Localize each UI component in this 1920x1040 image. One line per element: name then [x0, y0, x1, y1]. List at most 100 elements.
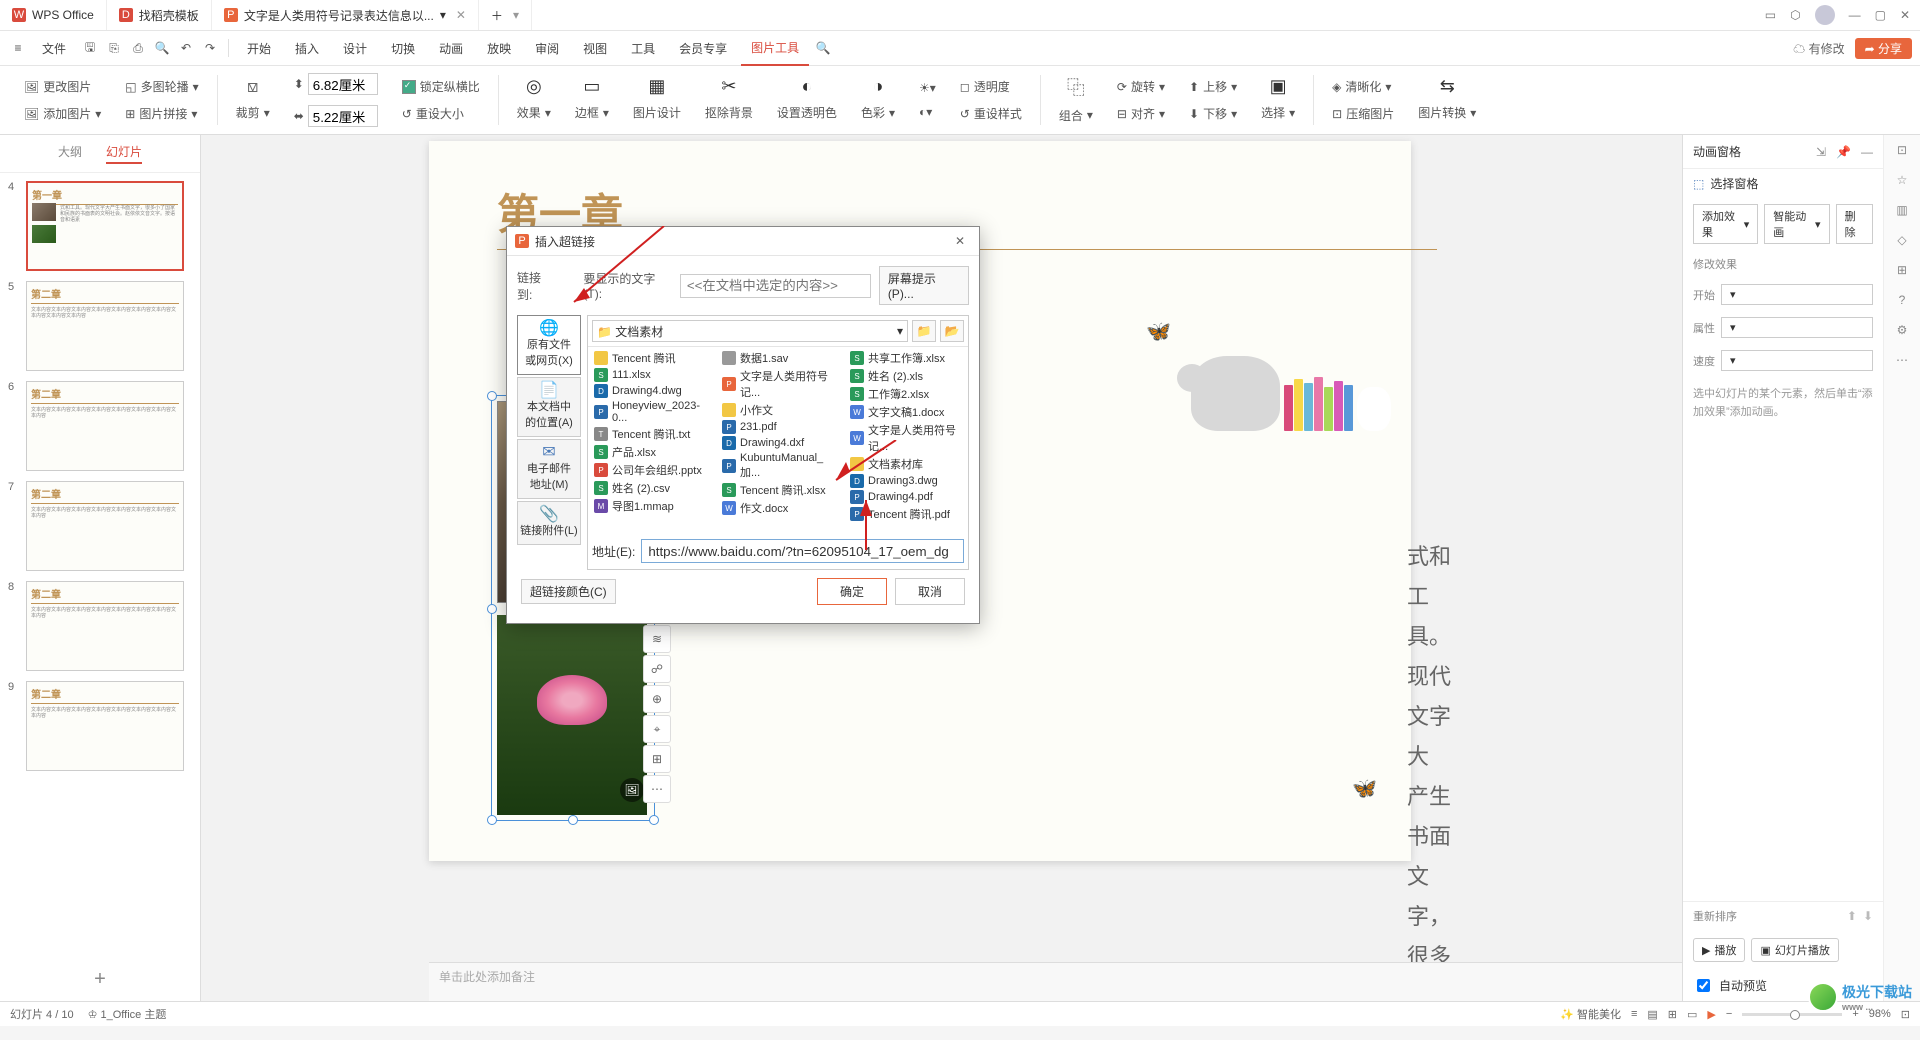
- slide-body-text[interactable]: 式和工具。现代文字大产生书面文字，很多小了国家和民族的书面表的文明社会。赵依依文…: [1407, 537, 1451, 1001]
- file-item[interactable]: Tencent 腾讯: [590, 349, 718, 367]
- view-notes-icon[interactable]: ▤: [1647, 1008, 1657, 1021]
- redo-icon[interactable]: ↷: [200, 38, 220, 58]
- view-reading-icon[interactable]: ▭: [1687, 1008, 1697, 1021]
- pending-changes[interactable]: ☁ 有修改: [1793, 40, 1844, 57]
- display-text-input[interactable]: [680, 274, 871, 298]
- grid-icon[interactable]: ⊞: [643, 745, 671, 773]
- reorder-down[interactable]: ⬇: [1863, 909, 1873, 923]
- change-pic-button[interactable]: 🖼 更改图片: [18, 75, 107, 98]
- slideshow-button[interactable]: ▣ 幻灯片播放: [1751, 938, 1838, 962]
- avatar-icon[interactable]: [1815, 5, 1835, 25]
- folder-combo[interactable]: 📁 文档素材▾: [592, 320, 908, 342]
- file-item[interactable]: P公司年会组织.pptx: [590, 461, 718, 479]
- rotate-button[interactable]: ⟳ 旋转▾: [1111, 75, 1171, 98]
- close-icon[interactable]: ✕: [1900, 8, 1910, 22]
- file-item[interactable]: TTencent 腾讯.txt: [590, 425, 718, 443]
- tool-more-icon[interactable]: ⋯: [1896, 353, 1908, 367]
- thumb-6[interactable]: 第二章文本内容文本内容文本内容文本内容文本内容文本内容文本内容文本内容: [26, 381, 184, 471]
- linkto-email[interactable]: ✉电子邮件地址(M): [517, 439, 581, 499]
- cube-icon[interactable]: ⬡: [1790, 8, 1800, 22]
- height-input[interactable]: ⬌: [288, 102, 384, 130]
- tab-transition[interactable]: 切换: [381, 31, 425, 65]
- tab-tools[interactable]: 工具: [621, 31, 665, 65]
- align-button[interactable]: ⊟ 对齐▾: [1111, 102, 1171, 125]
- dialog-close-icon[interactable]: ✕: [949, 234, 971, 248]
- file-item[interactable]: PTencent 腾讯.pdf: [846, 505, 968, 523]
- save-icon[interactable]: 🖫: [80, 38, 100, 58]
- compass-icon[interactable]: ⌖: [643, 715, 671, 743]
- tool-1-icon[interactable]: ⊡: [1897, 143, 1907, 157]
- file-item[interactable]: PKubuntuManual_加...: [718, 451, 846, 481]
- link-color-button[interactable]: 超链接颜色(C): [521, 579, 616, 604]
- move-down-button[interactable]: ⬇ 下移▾: [1183, 102, 1243, 125]
- linkto-attachment[interactable]: 📎链接附件(L): [517, 501, 581, 545]
- file-item[interactable]: P文字是人类用符号记...: [718, 367, 846, 401]
- options-icon[interactable]: ⇲: [1816, 145, 1826, 159]
- file-list[interactable]: Tencent 腾讯S111.xlsxDDrawing4.dwgPHoneyvi…: [588, 347, 968, 533]
- thumb-9[interactable]: 第二章文本内容文本内容文本内容文本内容文本内容文本内容文本内容文本内容: [26, 681, 184, 771]
- print-icon[interactable]: ⎙: [128, 38, 148, 58]
- preview-icon[interactable]: 🔍: [152, 38, 172, 58]
- attr-select[interactable]: ▾: [1721, 317, 1873, 338]
- delete-effect-button[interactable]: 删除: [1836, 204, 1873, 244]
- search-icon[interactable]: 🔍: [813, 38, 833, 58]
- file-item[interactable]: S产品.xlsx: [590, 443, 718, 461]
- cancel-button[interactable]: 取消: [895, 578, 965, 605]
- file-item[interactable]: S姓名 (2).csv: [590, 479, 718, 497]
- tab-slideshow[interactable]: 放映: [477, 31, 521, 65]
- play-button[interactable]: ▶ 播放: [1693, 938, 1745, 962]
- file-item[interactable]: PHoneyview_2023-0...: [590, 399, 718, 425]
- file-item[interactable]: STencent 腾讯.xlsx: [718, 481, 846, 499]
- start-select[interactable]: ▾: [1721, 284, 1873, 305]
- file-item[interactable]: 小作文: [718, 401, 846, 419]
- file-item[interactable]: W文字是人类用符号记...: [846, 421, 968, 455]
- outline-tab[interactable]: 大纲: [58, 143, 82, 164]
- file-item[interactable]: PDrawing4.pdf: [846, 489, 968, 505]
- file-item[interactable]: S工作簿2.xlsx: [846, 385, 968, 403]
- select-button[interactable]: 选择▾: [1255, 101, 1301, 124]
- chevron-down-icon[interactable]: ▾: [513, 8, 519, 22]
- view-sorter-icon[interactable]: ⊞: [1668, 1008, 1677, 1021]
- tab-design[interactable]: 设计: [333, 31, 377, 65]
- border-button[interactable]: 边框▾: [569, 101, 615, 124]
- link-icon[interactable]: ☍: [643, 655, 671, 683]
- reset-style-button[interactable]: ↺ 重设样式: [954, 102, 1028, 125]
- tab-start[interactable]: 开始: [237, 31, 281, 65]
- linkto-file-web[interactable]: 🌐原有文件或网页(X): [517, 315, 581, 375]
- group-button[interactable]: 组合▾: [1053, 104, 1099, 127]
- compress-button[interactable]: ⊡ 压缩图片: [1326, 102, 1400, 125]
- book-icon[interactable]: ▭: [1765, 8, 1776, 22]
- tab-animation[interactable]: 动画: [429, 31, 473, 65]
- effect-button[interactable]: 效果▾: [511, 101, 557, 124]
- tool-animation-icon[interactable]: ⚙: [1897, 323, 1908, 337]
- pin-icon[interactable]: 📌: [1836, 145, 1851, 159]
- view-normal-icon[interactable]: ≡: [1631, 1008, 1637, 1020]
- screen-tip-button[interactable]: 屏幕提示(P)...: [879, 266, 969, 305]
- add-pic-button[interactable]: 🖼 添加图片 ▾: [18, 102, 107, 125]
- remove-bg-button[interactable]: 抠除背景: [699, 101, 759, 124]
- tab-picture-tools[interactable]: 图片工具: [741, 30, 809, 66]
- contrast-button[interactable]: ◐▾: [913, 102, 942, 122]
- slides-tab[interactable]: 幻灯片: [106, 143, 142, 164]
- zoom-out-icon[interactable]: −: [1726, 1008, 1732, 1020]
- multi-rotate-button[interactable]: ◱ 多图轮播 ▾: [119, 75, 204, 98]
- close-pane-icon[interactable]: —: [1861, 145, 1873, 159]
- more-icon[interactable]: ⋯: [643, 775, 671, 803]
- chevron-down-icon[interactable]: ▾: [440, 8, 446, 22]
- convert-button[interactable]: 图片转换▾: [1412, 101, 1482, 124]
- tab-insert[interactable]: 插入: [285, 31, 329, 65]
- address-input[interactable]: [641, 539, 964, 563]
- file-item[interactable]: S共享工作簿.xlsx: [846, 349, 968, 367]
- browse-button[interactable]: 📂: [940, 320, 964, 342]
- file-item[interactable]: W作文.docx: [718, 499, 846, 517]
- linkto-document[interactable]: 📄本文档中的位置(A): [517, 377, 581, 437]
- menu-icon[interactable]: ≡: [8, 38, 28, 58]
- crop-button[interactable]: 裁剪 ▾: [230, 101, 276, 124]
- tool-star-icon[interactable]: ☆: [1897, 173, 1908, 187]
- file-item[interactable]: DDrawing4.dxf: [718, 435, 846, 451]
- thumb-7[interactable]: 第二章文本内容文本内容文本内容文本内容文本内容文本内容文本内容文本内容: [26, 481, 184, 571]
- reset-size-button[interactable]: ↺ 重设大小: [396, 102, 486, 125]
- sharpen-button[interactable]: ◈ 清晰化▾: [1326, 75, 1400, 98]
- notes-area[interactable]: 单击此处添加备注: [429, 962, 1682, 1001]
- zoom-slider[interactable]: [1742, 1013, 1842, 1016]
